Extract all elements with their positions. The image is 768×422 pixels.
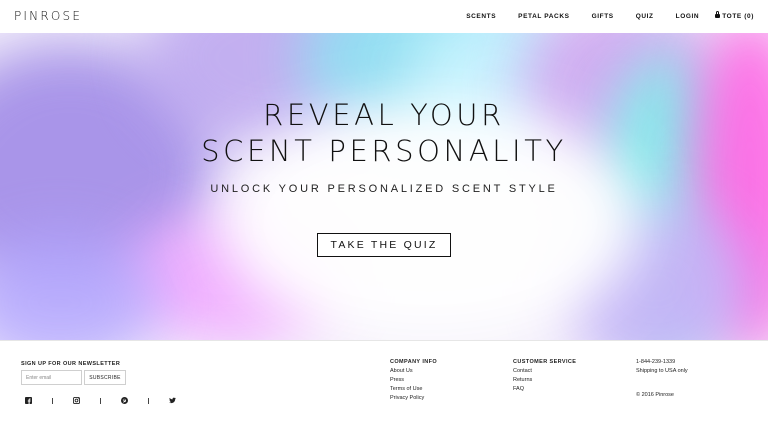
site-header: PINROSE SCENTS PETAL PACKS GIFTS QUIZ LO… bbox=[0, 0, 768, 33]
pinterest-icon[interactable] bbox=[121, 397, 128, 404]
contact-column: 1-844-239-1339 Shipping to USA only bbox=[636, 358, 688, 376]
nav-login[interactable]: LOGIN bbox=[676, 13, 700, 20]
nav-gifts[interactable]: GIFTS bbox=[592, 13, 614, 20]
social-divider bbox=[100, 397, 101, 404]
customer-service-heading: CUSTOMER SERVICE bbox=[513, 359, 577, 365]
link-about-us[interactable]: About Us bbox=[390, 367, 437, 376]
twitter-icon[interactable] bbox=[169, 397, 176, 404]
nav-scents[interactable]: SCENTS bbox=[466, 13, 496, 20]
nav-quiz[interactable]: QUIZ bbox=[636, 13, 654, 20]
link-terms-of-use[interactable]: Terms of Use bbox=[390, 385, 437, 394]
facebook-icon[interactable] bbox=[25, 397, 32, 404]
hero-banner: REVEAL YOUR SCENT PERSONALITY UNLOCK YOU… bbox=[0, 33, 768, 340]
main-nav: SCENTS PETAL PACKS GIFTS QUIZ LOGIN TOTE… bbox=[466, 11, 754, 20]
instagram-icon[interactable] bbox=[73, 397, 80, 404]
company-info-column: COMPANY INFO About Us Press Terms of Use… bbox=[390, 358, 437, 403]
social-divider bbox=[148, 397, 149, 404]
phone-number[interactable]: 1-844-239-1339 bbox=[636, 358, 688, 367]
link-contact[interactable]: Contact bbox=[513, 367, 576, 376]
take-quiz-button[interactable]: TAKE THE QUIZ bbox=[317, 233, 451, 257]
hero-title-line-1: REVEAL YOUR bbox=[263, 98, 505, 132]
newsletter-email-input[interactable] bbox=[21, 370, 82, 385]
tote-label: TOTE (0) bbox=[722, 13, 754, 20]
subscribe-button[interactable]: SUBSCRIBE bbox=[84, 370, 126, 385]
lock-icon bbox=[715, 11, 721, 18]
site-footer: SIGN UP FOR OUR NEWSLETTER SUBSCRIBE COM… bbox=[0, 340, 768, 422]
social-divider bbox=[52, 397, 53, 404]
nav-tote[interactable]: TOTE (0) bbox=[715, 11, 754, 20]
pinrose-logo[interactable]: PINROSE bbox=[14, 9, 82, 23]
nav-petal-packs[interactable]: PETAL PACKS bbox=[518, 13, 569, 20]
social-links bbox=[25, 397, 176, 404]
link-press[interactable]: Press bbox=[390, 376, 437, 385]
link-privacy-policy[interactable]: Privacy Policy bbox=[390, 394, 437, 403]
copyright-text: © 2016 Pinrose bbox=[636, 392, 674, 398]
link-returns[interactable]: Returns bbox=[513, 376, 576, 385]
hero-title: REVEAL YOUR SCENT PERSONALITY bbox=[0, 97, 768, 169]
customer-service-column: CUSTOMER SERVICE Contact Returns FAQ bbox=[513, 358, 576, 394]
hero-subtitle: UNLOCK YOUR PERSONALIZED SCENT STYLE bbox=[210, 183, 558, 195]
link-faq[interactable]: FAQ bbox=[513, 385, 576, 394]
hero-title-line-2: SCENT PERSONALITY bbox=[201, 134, 567, 168]
newsletter-label: SIGN UP FOR OUR NEWSLETTER bbox=[21, 361, 121, 367]
shipping-note: Shipping to USA only bbox=[636, 368, 688, 374]
company-info-heading: COMPANY INFO bbox=[390, 359, 438, 365]
